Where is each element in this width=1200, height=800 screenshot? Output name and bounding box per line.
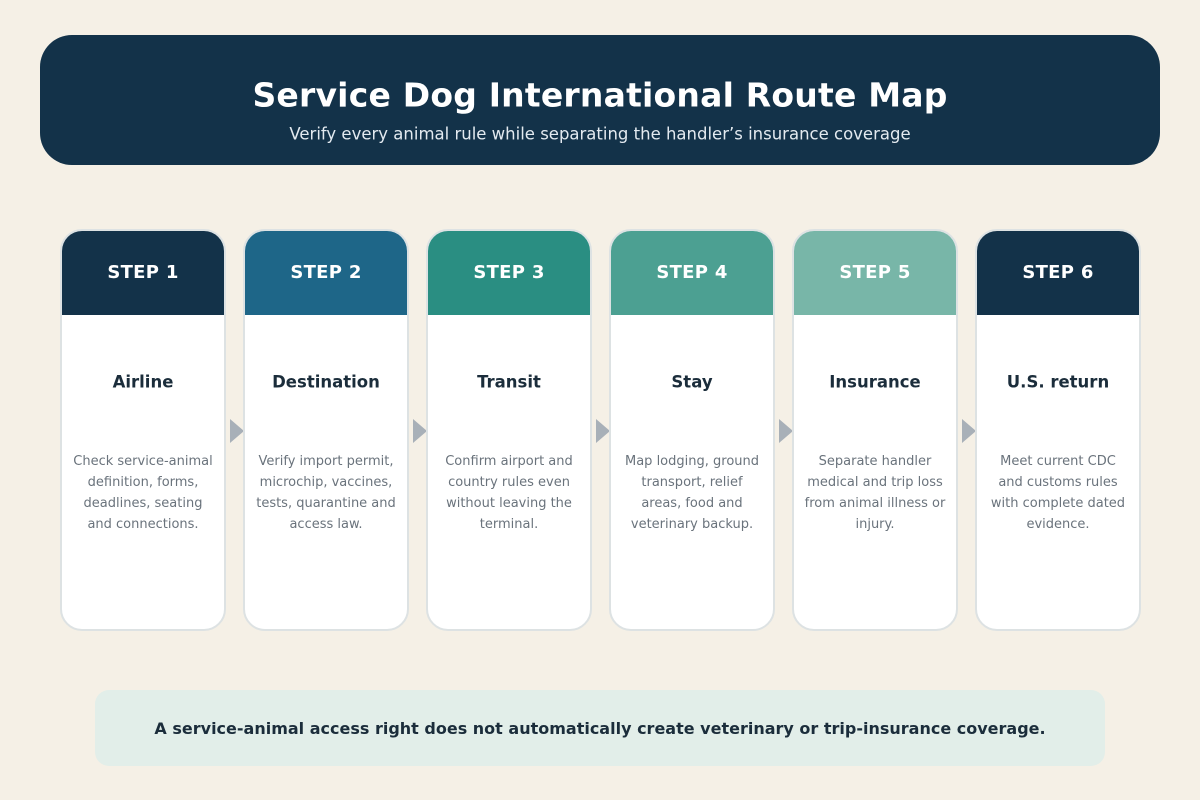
step-title-1: Airline	[112, 372, 174, 392]
step-title-6: U.S. return	[1006, 372, 1110, 392]
footer-note-text: A service-animal access right does not a…	[154, 718, 1046, 738]
step-title-5: Insurance	[829, 372, 921, 392]
step-label-5: STEP 5	[839, 261, 911, 283]
chevron-right-icon	[962, 419, 976, 443]
step-card-5: STEP 5 Insurance Separate handler medica…	[792, 229, 958, 631]
step-card-1: STEP 1 Airline Check service-animal defi…	[60, 229, 226, 631]
page-subtitle: Verify every animal rule while separatin…	[289, 124, 911, 144]
step-title-4: Stay	[671, 372, 713, 392]
step-header-3: STEP 3	[428, 231, 590, 315]
step-header-5: STEP 5	[794, 231, 956, 315]
page-title: Service Dog International Route Map	[252, 75, 948, 115]
step-flow: STEP 1 Airline Check service-animal defi…	[60, 229, 1142, 631]
chevron-right-icon	[779, 419, 793, 443]
step-description-2: Verify import permit, microchip, vaccine…	[256, 454, 396, 532]
step-card-4: STEP 4 Stay Map lodging, ground transpor…	[609, 229, 775, 631]
step-header-1: STEP 1	[62, 231, 224, 315]
step-card-2: STEP 2 Destination Verify import permit,…	[243, 229, 409, 631]
chevron-right-icon	[230, 419, 244, 443]
step-title-2: Destination	[272, 372, 380, 392]
chevron-right-icon	[413, 419, 427, 443]
step-label-2: STEP 2	[290, 261, 362, 283]
step-description-5: Separate handler medical and trip loss f…	[804, 454, 946, 532]
step-description-3: Confirm airport and country rules even w…	[445, 454, 573, 532]
step-label-6: STEP 6	[1022, 261, 1094, 283]
step-card-6: STEP 6 U.S. return Meet current CDC and …	[975, 229, 1141, 631]
step-description-1: Check service-animal definition, forms, …	[73, 454, 213, 532]
step-card-3: STEP 3 Transit Confirm airport and count…	[426, 229, 592, 631]
chevron-right-icon	[596, 419, 610, 443]
footer-note: A service-animal access right does not a…	[95, 690, 1105, 766]
step-header-6: STEP 6	[977, 231, 1139, 315]
header-banner: Service Dog International Route Map Veri…	[40, 35, 1160, 165]
step-label-4: STEP 4	[656, 261, 728, 283]
step-label-3: STEP 3	[473, 261, 545, 283]
step-header-4: STEP 4	[611, 231, 773, 315]
step-label-1: STEP 1	[107, 261, 179, 283]
step-description-4: Map lodging, ground transport, relief ar…	[625, 454, 759, 532]
step-header-2: STEP 2	[245, 231, 407, 315]
step-description-6: Meet current CDC and customs rules with …	[990, 454, 1126, 532]
step-title-3: Transit	[477, 372, 541, 392]
